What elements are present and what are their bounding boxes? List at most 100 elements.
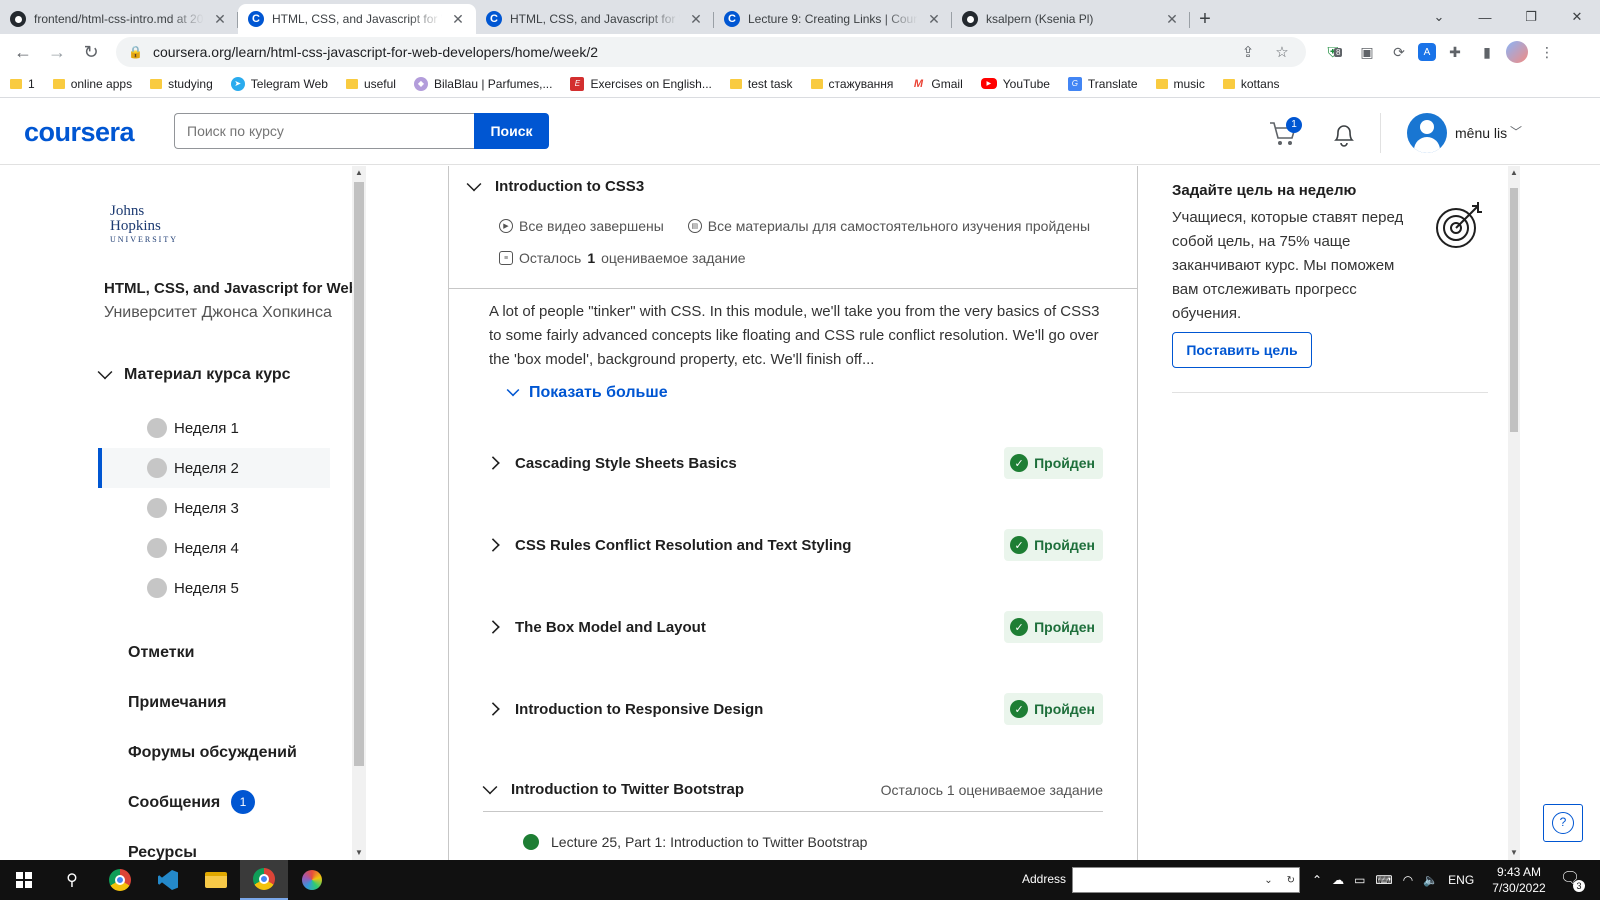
sidebar-item-week-1[interactable]: Неделя 1	[98, 408, 330, 448]
close-tab-icon[interactable]: ✕	[212, 11, 228, 28]
taskbar-explorer-button[interactable]	[192, 860, 240, 900]
close-tab-icon[interactable]: ✕	[926, 11, 942, 28]
url-text[interactable]: coursera.org/learn/html-css-javascript-f…	[153, 44, 1226, 60]
close-tab-icon[interactable]: ✕	[688, 11, 704, 28]
sidebar-link-forums[interactable]: Форумы обсуждений	[128, 744, 297, 762]
lesson-row-expanded[interactable]: Introduction to Twitter Bootstrap Остало…	[482, 768, 1103, 812]
extension-puzzle-doc-icon[interactable]: ▣	[1354, 39, 1380, 65]
new-tab-button[interactable]: +	[1190, 4, 1220, 34]
set-goal-button[interactable]: Поставить цель	[1172, 332, 1312, 368]
assignment-icon: ≡	[499, 251, 513, 265]
search-icon[interactable]: ⚲	[48, 860, 96, 900]
sidebar-scrollbar-thumb[interactable]	[354, 182, 364, 766]
ime-icon[interactable]: ⌨	[1375, 873, 1392, 887]
bookmark-item[interactable]: 1	[10, 77, 35, 91]
notifications-bell-icon[interactable]	[1330, 119, 1358, 149]
profile-avatar-icon[interactable]	[1506, 41, 1528, 63]
bookmark-label: стажування	[828, 76, 894, 91]
browser-tab-1[interactable]: frontend/html-css-intro.md at 20 ✕	[0, 4, 238, 34]
module-title-toggle[interactable]: Introduction to CSS3	[466, 176, 644, 195]
scroll-down-arrow-icon[interactable]: ▼	[352, 848, 366, 857]
goal-description: Учащиеся, которые ставят перед собой цел…	[1172, 209, 1404, 322]
taskbar-address-input[interactable]: ⌄ ↻	[1072, 867, 1300, 893]
bookmark-item[interactable]: useful	[345, 76, 396, 91]
sidebar-link-grades[interactable]: Отметки	[128, 644, 194, 662]
browser-tab-3[interactable]: C HTML, CSS, and Javascript for We ✕	[476, 4, 714, 34]
sidebar-item-week-4[interactable]: Неделя 4	[98, 528, 330, 568]
restore-icon[interactable]: ❐	[1508, 0, 1554, 34]
back-arrow-icon[interactable]: ←	[8, 37, 38, 67]
reload-icon[interactable]: ↻	[76, 37, 106, 67]
lesson-row[interactable]: CSS Rules Conflict Resolution and Text S…	[486, 525, 1103, 565]
sidebar-link-notes[interactable]: Примечания	[128, 694, 226, 712]
bookmark-item[interactable]: ➤ Telegram Web	[230, 76, 328, 91]
bookmark-star-icon[interactable]: ☆	[1270, 43, 1294, 61]
bookmark-item[interactable]: studying	[150, 77, 213, 91]
volume-icon[interactable]: 🔈	[1423, 873, 1438, 887]
onedrive-cloud-icon[interactable]: ☁	[1332, 873, 1344, 887]
lesson-row[interactable]: Cascading Style Sheets Basics ✓ Пройден	[486, 443, 1103, 483]
close-tab-icon[interactable]: ✕	[450, 11, 466, 28]
sidebar-item-week-3[interactable]: Неделя 3	[98, 488, 330, 528]
browser-tab-5[interactable]: ksalpern (Ksenia Pl) ✕	[952, 4, 1190, 34]
tab-search-icon[interactable]: ⌄	[1416, 0, 1462, 34]
refresh-icon[interactable]: ↻	[1287, 875, 1295, 886]
extension-translate-icon[interactable]: A	[1418, 43, 1436, 61]
bookmark-item[interactable]: test task	[729, 77, 793, 91]
search-button[interactable]: Поиск	[474, 113, 549, 149]
scroll-up-arrow-icon[interactable]: ▲	[1508, 168, 1520, 177]
bookmark-item[interactable]: ◆ BilaBlau | Parfumes,...	[413, 76, 552, 91]
coursera-logo[interactable]: coursera	[24, 117, 135, 148]
show-more-button[interactable]: Показать больше	[506, 383, 668, 402]
taskbar-chrome-active-button[interactable]	[240, 860, 288, 900]
user-name[interactable]: mênu lis	[1455, 125, 1507, 141]
scroll-up-arrow-icon[interactable]: ▲	[352, 168, 366, 177]
bookmark-item[interactable]: G Translate	[1067, 76, 1138, 91]
start-button[interactable]	[0, 860, 48, 900]
extension-shield-icon[interactable]: ⛨ 8	[1322, 39, 1348, 65]
forward-arrow-icon[interactable]: →	[42, 37, 72, 67]
bookmark-item[interactable]: M Gmail	[911, 76, 963, 91]
chevron-down-icon[interactable]: ⌄	[1264, 875, 1272, 886]
lesson-row[interactable]: The Box Model and Layout ✓ Пройден	[486, 607, 1103, 647]
sidebar-link-messages[interactable]: Сообщения	[128, 794, 220, 812]
bookmark-item[interactable]: стажування	[810, 76, 894, 91]
course-material-toggle[interactable]: Материал курса курс	[97, 364, 291, 384]
taskbar-chrome-button[interactable]	[96, 860, 144, 900]
browser-tab-2[interactable]: C HTML, CSS, and Javascript for We ✕	[238, 4, 476, 34]
university-logo[interactable]: Johns Hopkins UNIVERSITY	[110, 204, 180, 244]
browser-menu-icon[interactable]: ⋮	[1534, 39, 1560, 65]
close-window-icon[interactable]: ✕	[1554, 0, 1600, 34]
taskbar-clock[interactable]: 9:43 AM 7/30/2022	[1488, 864, 1550, 896]
share-icon[interactable]: ⇪	[1236, 43, 1260, 61]
meet-camera-icon[interactable]: ▭	[1354, 873, 1365, 887]
bookmark-item[interactable]: E Exercises on English...	[570, 76, 712, 91]
sidebar-item-week-2[interactable]: Неделя 2	[98, 448, 330, 488]
bookmark-item[interactable]: kottans	[1222, 77, 1280, 91]
help-button[interactable]: ?	[1543, 804, 1583, 842]
extensions-puzzle-icon[interactable]: ✚	[1442, 39, 1468, 65]
course-search-input[interactable]	[174, 113, 475, 149]
wifi-icon[interactable]: ◠	[1403, 873, 1413, 887]
side-panel-icon[interactable]: ▮	[1474, 39, 1500, 65]
page-scrollbar-thumb[interactable]	[1510, 188, 1518, 432]
sidebar-item-week-5[interactable]: Неделя 5	[98, 568, 330, 608]
chevron-down-icon[interactable]: ﹀	[1510, 123, 1522, 140]
language-indicator[interactable]: ENG	[1448, 873, 1474, 887]
taskbar-paint-button[interactable]	[288, 860, 336, 900]
browser-tab-4[interactable]: C Lecture 9: Creating Links | Course ✕	[714, 4, 952, 34]
address-bar[interactable]: 🔒 coursera.org/learn/html-css-javascript…	[116, 37, 1306, 67]
user-avatar-icon[interactable]	[1407, 113, 1447, 153]
close-tab-icon[interactable]: ✕	[1164, 11, 1180, 28]
tray-expand-icon[interactable]: ⌃	[1312, 873, 1322, 887]
minimize-icon[interactable]: —	[1462, 0, 1508, 34]
lecture-item[interactable]: Lecture 25, Part 1: Introduction to Twit…	[523, 834, 867, 850]
taskbar-vscode-button[interactable]	[144, 860, 192, 900]
extension-sync-icon[interactable]: ⟳	[1386, 39, 1412, 65]
bookmark-item[interactable]: ▶ YouTube	[980, 77, 1050, 91]
scroll-down-arrow-icon[interactable]: ▼	[1508, 848, 1520, 857]
bookmark-label: useful	[363, 76, 396, 91]
lesson-row[interactable]: Introduction to Responsive Design ✓ Пройд…	[486, 689, 1103, 729]
bookmark-item[interactable]: music	[1155, 77, 1205, 91]
bookmark-item[interactable]: online apps	[52, 77, 132, 91]
